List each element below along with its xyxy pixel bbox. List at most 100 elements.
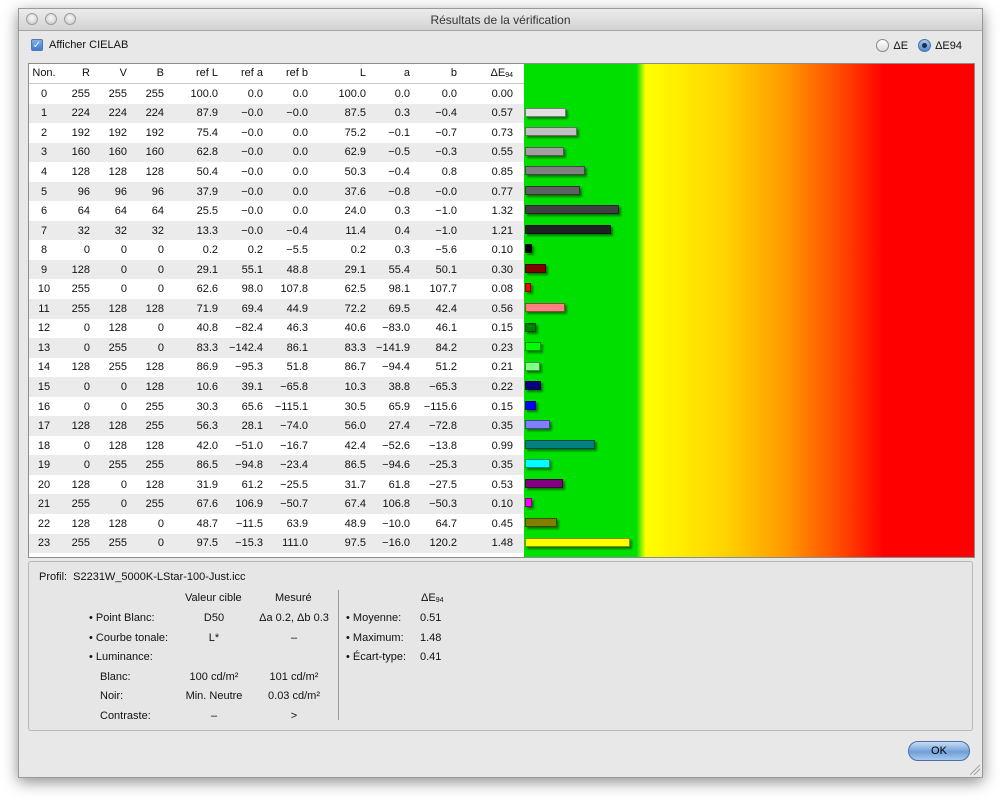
- mean-label: • Moyenne:: [346, 612, 402, 624]
- cell-a: −94.6: [382, 459, 410, 472]
- bar-row: [524, 278, 974, 298]
- table-row[interactable]: 13 0 255 0 83.3 −142.4 86.1 83.3 −141.9 84.2 0.23: [29, 338, 524, 358]
- table-row[interactable]: 10 255 0 0 62.6 98.0 107.8 62.5 98.1 107.7 0.08: [29, 279, 524, 299]
- bar-row: [524, 513, 974, 533]
- table-row[interactable]: 16 0 0 255 30.3 65.6 −115.1 30.5 65.9 −115.6 0.15: [29, 397, 524, 417]
- table-row[interactable]: 15 0 0 128 10.6 39.1 −65.8 10.3 38.8 −65.3 0.22: [29, 377, 524, 397]
- table-row[interactable]: 19 0 255 255 86.5 −94.8 −23.4 86.5 −94.6 −25.3 0.3…: [29, 455, 524, 475]
- cell-v: 96: [114, 185, 127, 198]
- bar-row: [524, 396, 974, 416]
- contrast-label: Contraste:: [100, 710, 151, 722]
- cell-ref-b: 46.3: [286, 322, 308, 335]
- table-row[interactable]: 0 255 255 255 100.0 0.0 0.0 100.0 0.0 0.0 0.00: [29, 84, 524, 104]
- show-cielab-checkbox[interactable]: ✓: [31, 39, 43, 51]
- table-row[interactable]: 23 255 255 0 97.5 −15.3 111.0 97.5 −16.0 120.2 1.4…: [29, 533, 524, 554]
- table-row[interactable]: 20 128 0 128 31.9 61.2 −25.5 31.7 61.8 −27.5 0.53: [29, 475, 524, 495]
- cell-de94: 0.00: [491, 87, 513, 100]
- table-row[interactable]: 18 0 128 128 42.0 −51.0 −16.7 42.4 −52.6 −13.8 0.9…: [29, 436, 524, 456]
- cell-index: 8: [40, 244, 48, 257]
- table-row[interactable]: 22 128 128 0 48.7 −11.5 63.9 48.9 −10.0 64.7 0.45: [29, 514, 524, 534]
- cell-r: 0: [83, 459, 90, 472]
- cell-l: 56.0: [344, 420, 366, 433]
- cell-b-lab: −50.3: [429, 498, 457, 511]
- cell-ref-b: 63.9: [286, 517, 308, 530]
- table-row[interactable]: 21 255 0 255 67.6 106.9 −50.7 67.4 106.8 −50.3 0.1…: [29, 494, 524, 515]
- radio-de[interactable]: [876, 39, 890, 52]
- cell-l: 24.0: [344, 205, 366, 218]
- tone-curve-measured: –: [290, 632, 298, 644]
- col-header-a: a: [403, 67, 410, 79]
- table-row[interactable]: 12 0 128 0 40.8 −82.4 46.3 40.6 −83.0 46.1 0.15: [29, 319, 524, 339]
- cell-v: 255: [108, 361, 127, 374]
- cell-index: 23: [37, 537, 51, 550]
- show-cielab-option[interactable]: ✓ Afficher CIELAB: [31, 39, 128, 51]
- table-row[interactable]: 1 224 224 224 87.9 −0.0 −0.0 87.5 0.3 −0.4 0.57: [29, 103, 524, 124]
- radio-de94-label: ΔE94: [935, 39, 962, 52]
- white-luminance-label: Blanc:: [100, 671, 131, 683]
- cell-v: 128: [108, 165, 127, 178]
- cell-ref-l: 30.3: [196, 400, 218, 413]
- cell-ref-b: −25.5: [280, 478, 308, 491]
- bar-row: [524, 337, 974, 357]
- cell-de94: 0.35: [491, 420, 513, 433]
- bar-row: [524, 259, 974, 279]
- tone-curve-label: • Courbe tonale:: [89, 632, 169, 644]
- cell-l: 100.0: [338, 87, 366, 100]
- verification-results-window: Résultats de la vérification ✓ Afficher …: [18, 8, 983, 778]
- cell-b: 128: [145, 361, 164, 374]
- table-row[interactable]: 5 96 96 96 37.9 −0.0 0.0 37.6 −0.8 −0.0 0.77: [29, 181, 524, 202]
- bar-row: [524, 181, 974, 201]
- cell-r: 255: [71, 283, 90, 296]
- table-row[interactable]: 9 128 0 0 29.1 55.1 48.8 29.1 55.4 50.1 0.30: [29, 259, 524, 280]
- table-row[interactable]: 14 128 255 128 86.9 −95.3 51.8 86.7 −94.4 51.2 0.2…: [29, 358, 524, 378]
- cell-ref-b: −0.0: [286, 107, 308, 120]
- cell-v: 0: [120, 498, 127, 511]
- cell-ref-l: 48.7: [196, 517, 218, 530]
- cell-r: 224: [71, 107, 90, 120]
- cell-v: 32: [114, 224, 127, 237]
- cell-r: 0: [83, 341, 90, 354]
- show-cielab-label: Afficher CIELAB: [49, 39, 129, 51]
- cell-b: 255: [145, 459, 164, 472]
- cell-de94: 0.55: [491, 146, 513, 159]
- delta-e-bar: [525, 303, 565, 313]
- cell-ref-a: 98.0: [241, 283, 263, 296]
- cell-a: 27.4: [388, 420, 410, 433]
- maximum-value: 1.48: [420, 632, 442, 644]
- cell-a: −52.6: [382, 439, 410, 452]
- resize-grip-icon[interactable]: [970, 765, 980, 775]
- cell-l: 40.6: [344, 322, 366, 335]
- table-row[interactable]: 17 128 128 255 56.3 28.1 −74.0 56.0 27.4 −72.8 0.3…: [29, 416, 524, 436]
- cell-b: 32: [151, 224, 164, 237]
- radio-de94[interactable]: [918, 39, 932, 52]
- ok-button[interactable]: OK: [908, 741, 970, 761]
- cell-de94: 0.73: [491, 126, 513, 139]
- table-row[interactable]: 3 160 160 160 62.8 −0.0 0.0 62.9 −0.5 −0.3 0.55: [29, 142, 524, 163]
- cell-b: 255: [145, 87, 164, 100]
- table-row[interactable]: 8 0 0 0 0.2 0.2 −5.5 0.2 0.3 −5.6 0.10: [29, 240, 524, 260]
- cell-r: 128: [71, 263, 90, 276]
- table-row[interactable]: 7 32 32 32 13.3 −0.0 −0.4 11.4 0.4 −1.0 1.21: [29, 220, 524, 241]
- table-row[interactable]: 6 64 64 64 25.5 −0.0 0.0 24.0 0.3 −1.0 1.32: [29, 201, 524, 221]
- cell-ref-a: −94.8: [235, 459, 263, 472]
- cell-de94: 0.57: [491, 107, 513, 120]
- delta-e-bar: [525, 322, 536, 332]
- cell-de94: 0.35: [491, 459, 513, 472]
- cell-l: 86.7: [344, 361, 366, 374]
- table-row[interactable]: 2 192 192 192 75.4 −0.0 0.0 75.2 −0.1 −0.7 0.73: [29, 123, 524, 143]
- delta-e-bar: [525, 146, 565, 156]
- cell-b: 0: [157, 283, 164, 296]
- cell-a: −0.8: [388, 185, 410, 198]
- delta-e-bar: [525, 342, 542, 352]
- cell-ref-a: 0.0: [247, 87, 263, 100]
- table-row[interactable]: 4 128 128 128 50.4 −0.0 0.0 50.3 −0.4 0.8 0.85: [29, 162, 524, 182]
- profile-label: Profil:: [39, 571, 68, 583]
- black-luminance-measured: 0.03 cd/m²: [268, 690, 320, 702]
- table-row[interactable]: 11 255 128 128 71.9 69.4 44.9 72.2 69.5 42.4 0.56: [29, 299, 524, 319]
- cell-ref-b: 0.0: [292, 146, 308, 159]
- cell-index: 9: [40, 263, 48, 276]
- cell-de94: 1.32: [491, 205, 513, 218]
- cell-index: 5: [40, 185, 48, 198]
- cell-v: 255: [108, 341, 127, 354]
- cell-a: −16.0: [382, 537, 410, 550]
